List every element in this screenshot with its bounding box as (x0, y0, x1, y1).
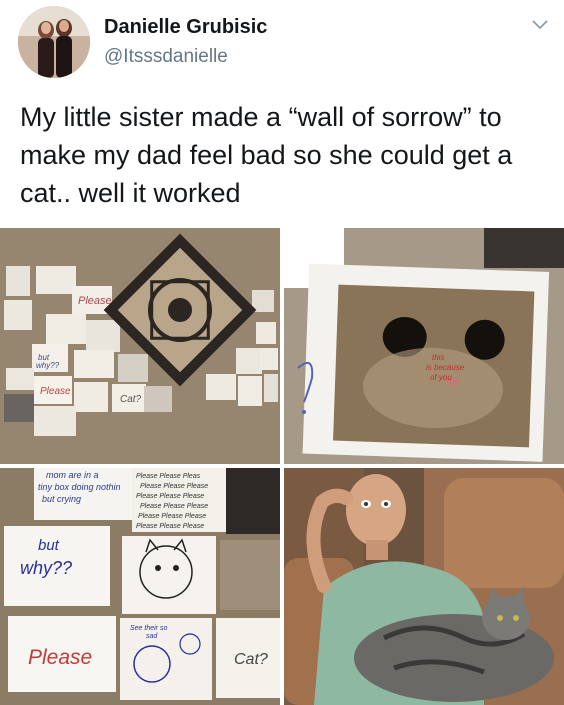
please-line-2: Please Please Please (140, 483, 208, 490)
photo-wall-of-notes[interactable]: Please but why?? Please Cat? (0, 228, 280, 464)
note-cat-text: Cat? (120, 394, 142, 405)
note-please-text: Please (78, 295, 112, 307)
note-because-text: is because (426, 363, 465, 372)
note-cat-big-text: Cat? (234, 651, 268, 668)
please-line-5: Please Please Please (138, 513, 206, 520)
note-sad-text: sad (146, 633, 158, 640)
note-crying-text: but crying (42, 494, 81, 504)
note-please-big-text: Please (28, 646, 92, 669)
note-mom-text: mom are in a (46, 470, 99, 480)
note-why-text: why?? (20, 558, 72, 578)
tweet-text: My little sister made a “wall of sorrow”… (20, 102, 513, 208)
please-line-3: Please Please Please (136, 493, 204, 500)
author-handle[interactable]: @Itsssdanielle (104, 46, 228, 68)
note-see-their-text: See their so (130, 625, 167, 632)
note-this-text: this (432, 353, 444, 362)
photo-dad-with-cat[interactable] (284, 468, 564, 705)
chevron-down-icon[interactable] (530, 14, 550, 34)
note-tiny-box-text: tiny box doing nothin (38, 482, 121, 492)
note-of-you-text: of you (430, 373, 452, 382)
photo-grid: Please but why?? Please Cat? this is bec… (0, 228, 564, 705)
please-line-6: Please Please Please (136, 523, 204, 530)
please-line-1: Please Please Pleas (136, 473, 201, 480)
photo-notes-closeup[interactable]: mom are in a tiny box doing nothin but c… (0, 468, 280, 705)
note-but-text: but (38, 537, 60, 554)
note-please2-text: Please (40, 386, 71, 397)
tweet-header: Danielle Grubisic @Itsssdanielle (0, 0, 564, 90)
author-name[interactable]: Danielle Grubisic (104, 16, 267, 39)
please-line-4: Please Please Please (140, 503, 208, 510)
svg-text:why??: why?? (36, 361, 60, 370)
photo-cat-closeup[interactable]: this is because of you (284, 228, 564, 464)
avatar[interactable] (18, 6, 90, 78)
